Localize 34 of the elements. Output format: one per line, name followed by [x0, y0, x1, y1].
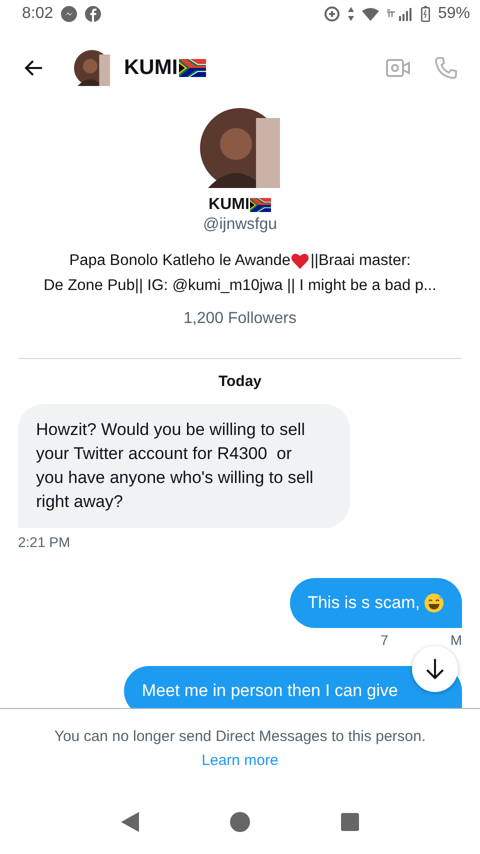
- followers-count: 1,200 Followers: [184, 310, 296, 328]
- profile-handle: @ijnwsfgu: [202, 216, 278, 234]
- message-bubble: Meet me in person then I can give: [124, 666, 462, 708]
- contact-name: KUMI: [124, 56, 178, 80]
- sync-icon: [324, 6, 340, 22]
- signal-icon: [386, 8, 413, 20]
- day-label: Today: [218, 373, 262, 390]
- flag-icon: [178, 59, 206, 77]
- message-bubble: This is s scam,: [290, 578, 462, 628]
- facebook-icon: [85, 6, 102, 22]
- avatar: [74, 50, 110, 86]
- nav-recents-button[interactable]: [341, 813, 360, 831]
- battery-percent: 59%: [438, 5, 470, 23]
- status-time: 8:02: [22, 5, 54, 23]
- wifi-icon: [362, 8, 379, 20]
- message-bubble: Howzit? Would you be willing to sell your Twitter account for R4300 or you have anyone who's willing to sell right away?: [18, 404, 350, 528]
- bio-text: Papa Bonolo Katleho le Awande: [69, 251, 290, 271]
- bio-text: De Zone Pub|| IG: @kumi_m10jwa || I might be a bad p...: [44, 276, 436, 296]
- message-time: 2:21 PM: [18, 534, 70, 550]
- scroll-down-button[interactable]: [412, 646, 458, 692]
- messenger-icon: [61, 6, 78, 22]
- blocked-notice: You can no longer send Direct Messages to this person.: [54, 728, 426, 745]
- nav-back-button[interactable]: [120, 812, 139, 832]
- arrow-down-icon: [425, 658, 445, 680]
- learn-more-link[interactable]: Learn more: [202, 752, 278, 769]
- battery-icon: [420, 6, 430, 22]
- heart-icon: [291, 252, 310, 268]
- message-time: 7: [380, 632, 388, 648]
- bio-text: ||Braai master:: [310, 251, 411, 271]
- profile-name: KUMI: [208, 196, 250, 214]
- nav-home-button[interactable]: [230, 812, 250, 832]
- flag-icon: [250, 198, 272, 212]
- data-arrows-icon: [348, 7, 354, 21]
- message-time: M: [450, 632, 462, 648]
